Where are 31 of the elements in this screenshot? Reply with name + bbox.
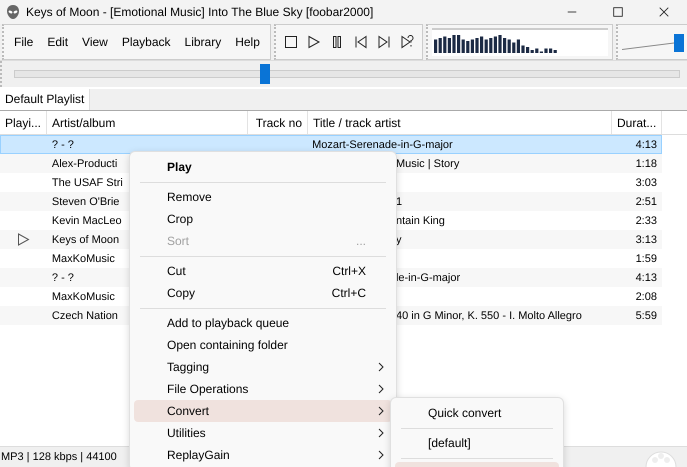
artist-text: Steven O'Brie (52, 196, 120, 208)
title-text: le-in-G-major (396, 272, 460, 284)
title-text: Mozart-Serenade-in-G-major (312, 138, 453, 150)
title-text: 40 in G Minor, K. 550 - I. Molto Allegro (396, 310, 582, 322)
artist-text: Kevin MacLeo (52, 214, 122, 226)
title-text: Music | Story (396, 158, 460, 170)
duration-text: 2:08 (636, 290, 657, 302)
duration-text: 2:51 (636, 196, 657, 208)
artist-text: MaxKoMusic (52, 290, 115, 302)
artist-text: Keys of Moon (52, 234, 120, 246)
duration-text: 3:13 (636, 234, 657, 246)
duration-text: 1:18 (636, 158, 657, 170)
duration-text: 4:13 (636, 272, 657, 284)
duration-text: 4:13 (636, 138, 657, 150)
artist-text: Alex-Producti (52, 158, 118, 170)
duration-text: 1:59 (636, 252, 657, 264)
title-text: 1 (396, 196, 402, 208)
status-text: MP3 | 128 kbps | 44100 (0, 451, 117, 463)
title-text: ntain King (396, 214, 445, 226)
duration-text: 2:33 (636, 214, 657, 226)
artist-text: Czech Nation (52, 310, 118, 322)
duration-text: 5:59 (636, 310, 657, 322)
artist-text: MaxKoMusic (52, 252, 115, 264)
shortcut-label: ... (356, 234, 366, 248)
window-title: Keys of Moon - [Emotional Music] Into The Blue Sky [foobar2000] (26, 5, 374, 19)
artist-text: ? - ? (52, 272, 74, 284)
shortcut-label: Ctrl+X (332, 264, 366, 278)
artist-text: ? - ? (52, 138, 74, 150)
shortcut-label: Ctrl+C (332, 286, 366, 300)
artist-text: The USAF Stri (52, 176, 123, 188)
duration-text: 3:03 (636, 176, 657, 188)
